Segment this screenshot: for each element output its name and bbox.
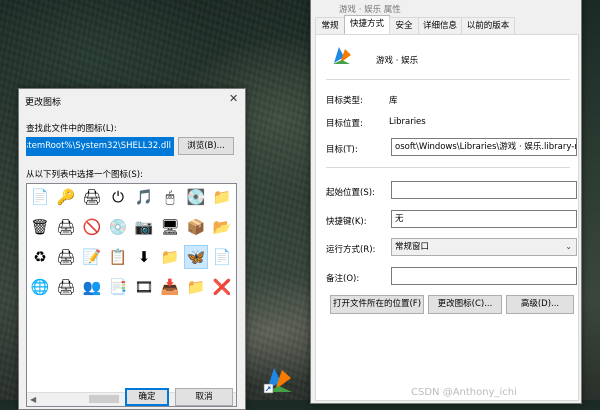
icon-option[interactable]: 🔑 [55, 186, 77, 208]
comment-input[interactable] [391, 267, 577, 285]
tab-shortcut[interactable]: 快捷方式 [344, 15, 390, 35]
icon-option[interactable]: 💿 [107, 216, 129, 238]
tab-security[interactable]: 安全 [389, 17, 419, 34]
advanced-button[interactable]: 高级(D)... [506, 295, 574, 314]
desktop-shortcut-icon[interactable] [262, 362, 296, 396]
target-location-value: Libraries [389, 117, 426, 127]
icon-option[interactable]: 🗑 [29, 216, 51, 238]
close-icon[interactable]: ✕ [229, 92, 238, 105]
icon-option[interactable]: 📁 [185, 276, 207, 298]
start-in-input[interactable] [391, 181, 577, 199]
icon-option[interactable]: 🖨 [55, 216, 77, 238]
window-title: 游戏 · 娱乐 属性 [339, 5, 401, 15]
properties-window: 游戏 · 娱乐 属性 常规 快捷方式 安全 详细信息 以前的版本 游戏 · 娱乐… [310, 0, 582, 404]
target-type-value: 库 [389, 96, 398, 106]
icon-option[interactable]: 📑 [107, 276, 129, 298]
file-label: 查找此文件中的图标(L): [26, 124, 117, 134]
change-icon-button[interactable]: 更改图标(C)... [428, 295, 502, 314]
icon-option[interactable]: 🚫 [81, 216, 103, 238]
icon-option[interactable]: 🖱 [159, 186, 181, 208]
shortcut-name: 游戏 · 娱乐 [376, 56, 419, 66]
target-label: 目标(T): [326, 145, 358, 155]
icon-option[interactable]: ⬇ [133, 246, 155, 268]
hotkey-input[interactable]: 无 [391, 210, 577, 228]
icon-option[interactable]: 🌐 [29, 276, 51, 298]
divider [326, 167, 570, 168]
icon-option[interactable]: 📷 [133, 216, 155, 238]
watermark: CSDN @Anthony_ichi [411, 387, 517, 398]
divider [326, 79, 570, 80]
browse-button[interactable]: 浏览(B)... [178, 137, 234, 155]
icon-option[interactable]: 📁 [159, 246, 181, 268]
icon-option[interactable]: 📥 [159, 276, 181, 298]
icon-option[interactable]: 📂 [211, 216, 233, 238]
comment-label: 备注(O): [326, 274, 360, 284]
icon-option[interactable]: 🖥 [159, 216, 181, 238]
dialog-title: 更改图标 [25, 98, 62, 108]
icon-list[interactable]: 📄🔑🖨⏻🎵🖱💽📁🗑🖨🚫💿📷🖥📦📂♻🖨📝📋⬇📁🦋📄🌐🖨👥📑🎞📥📁❌ ◀ ▶ [26, 183, 237, 407]
library-icon [333, 47, 351, 64]
start-in-label: 起始位置(S): [326, 188, 375, 198]
icon-option[interactable]: 📄 [211, 246, 233, 268]
change-icon-dialog: 更改图标 ✕ 查找此文件中的图标(L): %SystemRoot%\System… [18, 88, 246, 410]
chevron-down-icon: ⌄ [565, 242, 572, 251]
icon-option[interactable]: ⏻ [107, 186, 129, 208]
scroll-thumb[interactable] [89, 395, 119, 403]
target-input[interactable]: osoft\Windows\Libraries\游戏 · 娱乐.library-… [391, 138, 577, 156]
file-path-input[interactable]: %SystemRoot%\System32\SHELL32.dll [26, 137, 174, 156]
icon-option[interactable]: 👥 [81, 276, 103, 298]
icon-option[interactable]: 📋 [107, 246, 129, 268]
run-label: 运行方式(R): [326, 245, 376, 255]
icon-option[interactable]: ❌ [211, 276, 233, 298]
run-select-value: 常规窗口 [395, 242, 430, 252]
open-file-location-button[interactable]: 打开文件所在的位置(F) [330, 295, 424, 314]
run-select[interactable]: 常规窗口 ⌄ [391, 238, 577, 256]
icon-list-label: 从以下列表中选择一个图标(S): [26, 170, 143, 180]
icon-option[interactable]: 🎵 [133, 186, 155, 208]
icon-option[interactable]: 💽 [185, 186, 207, 208]
icon-option[interactable]: 🎞 [133, 276, 155, 298]
target-location-label: 目标位置: [326, 119, 363, 129]
ok-button[interactable]: 确定 [125, 388, 169, 406]
icon-option[interactable]: ♻ [29, 246, 51, 268]
cancel-button[interactable]: 取消 [175, 388, 233, 406]
icon-option[interactable]: 🖨 [55, 246, 77, 268]
tab-details[interactable]: 详细信息 [418, 17, 462, 34]
icon-option[interactable]: 🦋 [184, 245, 208, 269]
target-type-label: 目标类型: [326, 96, 363, 106]
tab-previous-versions[interactable]: 以前的版本 [461, 17, 515, 34]
hotkey-label: 快捷键(K): [326, 217, 367, 227]
shortcut-tab-page: 游戏 · 娱乐 目标类型: 库 目标位置: Libraries 目标(T): o… [315, 34, 579, 401]
icon-option[interactable]: 📦 [185, 216, 207, 238]
icon-option[interactable]: 🖨 [81, 186, 103, 208]
tab-general[interactable]: 常规 [315, 17, 345, 34]
icon-option[interactable]: 📄 [29, 186, 51, 208]
icon-option[interactable]: 📁 [211, 186, 233, 208]
icon-option[interactable]: 📝 [81, 246, 103, 268]
icon-option[interactable]: 🖨 [55, 276, 77, 298]
